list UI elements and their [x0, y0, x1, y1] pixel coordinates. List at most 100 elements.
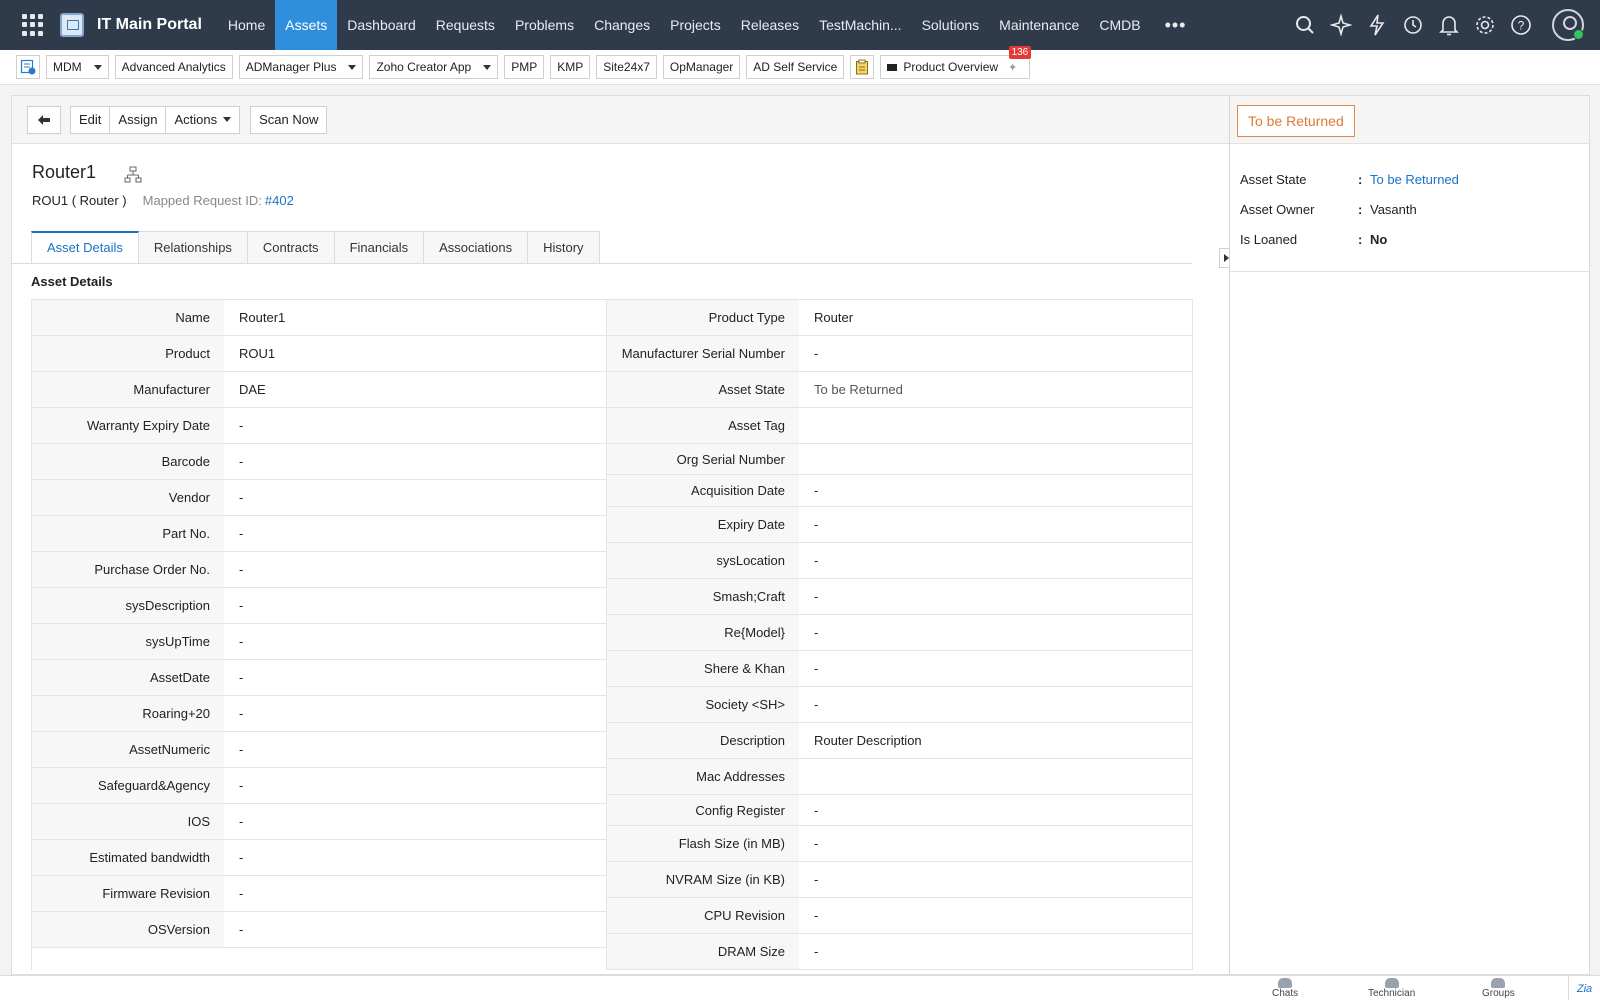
actions-dropdown[interactable]: Actions: [166, 105, 241, 134]
nav-item-testmachin[interactable]: TestMachin...: [809, 0, 911, 50]
detail-row-product-type: Product Type Router: [607, 300, 1192, 336]
detail-row-warranty-expiry-date: Warranty Expiry Date -: [32, 408, 606, 444]
detail-value: -: [814, 697, 819, 712]
detail-value: -: [239, 670, 244, 685]
tab-associations[interactable]: Associations: [424, 231, 529, 264]
nav-item-maintenance[interactable]: Maintenance: [989, 0, 1089, 50]
detail-value: Router: [814, 310, 854, 325]
quicklink-ad-self-service[interactable]: AD Self Service: [746, 55, 845, 79]
detail-row-manufacturer-serial-number: Manufacturer Serial Number -: [607, 336, 1192, 372]
pin-icon[interactable]: ✦: [1008, 61, 1017, 74]
detail-value: -: [814, 802, 819, 818]
top-nav: IT Main Portal Home Assets Dashboard Reques…: [0, 0, 1600, 50]
detail-label: sysLocation: [607, 543, 799, 578]
quicklink-label: MDM: [53, 60, 82, 74]
quicklink-kmp[interactable]: KMP: [550, 55, 591, 79]
nav-item-problems[interactable]: Problems: [505, 0, 584, 50]
scan-now-button[interactable]: Scan Now: [250, 105, 328, 134]
nav-item-dashboard[interactable]: Dashboard: [337, 0, 426, 50]
summary-header: To be Returned: [1230, 96, 1589, 144]
tab-contracts[interactable]: Contracts: [247, 231, 335, 264]
detail-value: -: [239, 850, 244, 865]
edit-button[interactable]: Edit: [70, 105, 111, 134]
nav-item-solutions[interactable]: Solutions: [912, 0, 990, 50]
quicklink-admanager-plus[interactable]: ADManager Plus: [238, 55, 364, 79]
detail-label: Smash;Craft: [607, 579, 799, 614]
quicklink-label: PMP: [511, 60, 538, 74]
apps-grid-icon[interactable]: [22, 14, 44, 36]
detail-row-ios: IOS -: [32, 804, 606, 840]
back-button[interactable]: [27, 105, 61, 134]
chats-button[interactable]: Chats: [1272, 978, 1298, 999]
detail-row-cpu-revision: CPU Revision -: [607, 898, 1192, 934]
detail-row-sysuptime: sysUpTime -: [32, 624, 606, 660]
nav-item-home[interactable]: Home: [218, 0, 275, 50]
search-icon[interactable]: [1294, 14, 1316, 36]
app-title[interactable]: IT Main Portal: [97, 16, 202, 34]
groups-button[interactable]: Groups: [1482, 978, 1515, 999]
lightning-icon[interactable]: [1366, 14, 1388, 36]
detail-row-shere-khan: Shere & Khan -: [607, 651, 1192, 687]
detail-label: Purchase Order No.: [32, 552, 224, 587]
summary-info: Asset State: To be Returned Asset Owner: Va…: [1230, 144, 1589, 254]
nav-item-cmdb[interactable]: CMDB: [1089, 0, 1150, 50]
nav-item-releases[interactable]: Releases: [731, 0, 809, 50]
quicklink-advanced-analytics[interactable]: Advanced Analytics: [114, 55, 233, 79]
quicklink-zoho-creator-app[interactable]: Zoho Creator App: [369, 55, 499, 79]
quicklink-site24x7[interactable]: Site24x7: [596, 55, 657, 79]
portal-logo-icon: [60, 13, 84, 37]
nav-item-changes[interactable]: Changes: [584, 0, 660, 50]
detail-value: -: [814, 589, 819, 604]
mapped-request-link[interactable]: #402: [265, 193, 294, 208]
clipboard-icon[interactable]: [850, 55, 875, 79]
detail-value: -: [239, 778, 244, 793]
quick-links-bar: MDM Advanced Analytics ADManager Plus Zoho …: [0, 46, 1600, 85]
detail-label: Safeguard&Agency: [32, 768, 224, 803]
detail-value: [799, 408, 1192, 443]
asset-summary-panel: To be Returned Asset State: To be Returne…: [1229, 95, 1590, 975]
nav-item-projects[interactable]: Projects: [660, 0, 731, 50]
detail-row-flash-size-in-mb: Flash Size (in MB) -: [607, 826, 1192, 862]
detail-label: Expiry Date: [607, 507, 799, 542]
detail-label: Shere & Khan: [607, 651, 799, 686]
summary-key: Is Loaned: [1240, 231, 1298, 247]
detail-row-asset-state: Asset State To be Returned: [607, 372, 1192, 408]
new-request-icon[interactable]: [16, 55, 40, 79]
relationship-map-icon[interactable]: [124, 166, 142, 184]
detail-label: Part No.: [32, 516, 224, 551]
quicklink-label: ADManager Plus: [245, 60, 337, 74]
notification-badge: 136: [1008, 46, 1032, 59]
bell-icon[interactable]: [1438, 14, 1460, 36]
sparkle-icon[interactable]: [1330, 14, 1352, 36]
assign-button[interactable]: Assign: [110, 105, 167, 134]
detail-label: IOS: [32, 804, 224, 839]
zia-logo-icon[interactable]: Zia: [1568, 976, 1600, 1000]
nav-item-requests[interactable]: Requests: [426, 0, 505, 50]
history-icon[interactable]: [1402, 14, 1424, 36]
quicklink-pmp[interactable]: PMP: [504, 55, 545, 79]
detail-row-sysdescription: sysDescription -: [32, 588, 606, 624]
detail-label: Estimated bandwidth: [32, 840, 224, 875]
tab-asset-details[interactable]: Asset Details: [31, 231, 139, 264]
gear-icon[interactable]: [1474, 14, 1496, 36]
asset-state-button[interactable]: To be Returned: [1237, 105, 1355, 137]
quicklink-mdm[interactable]: MDM: [46, 55, 109, 79]
detail-value: -: [239, 886, 244, 901]
summary-value[interactable]: To be Returned: [1370, 172, 1459, 187]
tab-financials[interactable]: Financials: [334, 231, 425, 264]
user-avatar[interactable]: [1552, 9, 1584, 41]
detail-label: AssetDate: [32, 660, 224, 695]
tab-relationships[interactable]: Relationships: [138, 231, 248, 264]
detail-row-safeguard-agency: Safeguard&Agency -: [32, 768, 606, 804]
tab-history[interactable]: History: [528, 231, 600, 264]
chat-icon: [1278, 978, 1293, 988]
quicklink-opmanager[interactable]: OpManager: [662, 55, 741, 79]
product-overview-button[interactable]: Product Overview ✦ 136: [880, 46, 1032, 79]
more-nav-icon[interactable]: •••: [1151, 0, 1201, 50]
detail-value: -: [814, 346, 819, 361]
detail-label: Product Type: [607, 300, 799, 335]
mapped-request-label: Mapped Request ID:: [142, 193, 262, 208]
technician-button[interactable]: Technician: [1368, 978, 1415, 999]
nav-item-assets[interactable]: Assets: [275, 0, 338, 50]
help-icon[interactable]: ?: [1510, 14, 1532, 36]
